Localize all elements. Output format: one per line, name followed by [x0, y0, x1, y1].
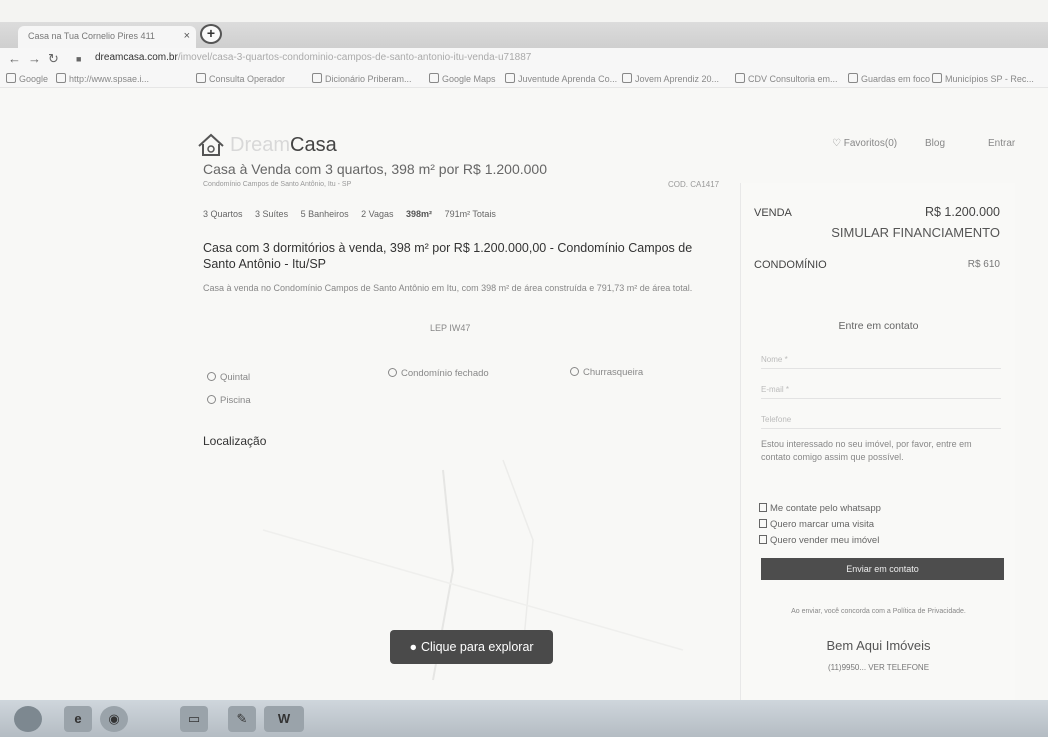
bookmark-item[interactable]: Google	[6, 73, 48, 84]
explore-map-button[interactable]: ● Clique para explorar	[390, 630, 553, 664]
amenity-item: Piscina	[207, 395, 251, 406]
amenity-item: Churrasqueira	[570, 367, 643, 378]
checkbox-whatsapp[interactable]: Me contate pelo whatsapp	[759, 503, 881, 514]
feature-area-total: 791m² Totais	[444, 209, 496, 219]
map-marker-icon: ●	[409, 640, 417, 654]
listing-subtitle: Condomínio Campos de Santo Antônio, Itu …	[203, 181, 352, 188]
contact-title: Entre em contato	[838, 320, 919, 332]
url-host: dreamcasa.com.br	[95, 52, 178, 63]
new-tab-button[interactable]: +	[200, 24, 222, 44]
nav-blog[interactable]: Blog	[925, 138, 945, 149]
nav-login[interactable]: Entrar	[988, 138, 1015, 149]
amenity-item: Condomínio fechado	[388, 368, 489, 379]
check-circle-icon	[388, 368, 397, 377]
checkbox-icon	[759, 519, 767, 528]
bookmark-item[interactable]: Jovem Aprendiz 20...	[622, 73, 719, 84]
name-field[interactable]: Nome *	[761, 355, 1001, 369]
ie-icon[interactable]: e	[64, 706, 92, 732]
folder-icon[interactable]: ▭	[180, 706, 208, 732]
contact-sidebar: VENDA R$ 1.200.000 SIMULAR FINANCIAMENTO…	[740, 183, 1015, 703]
condo-value: R$ 610	[967, 259, 1000, 270]
browser-toolbar: ← → ↻ ■ dreamcasa.com.br/imovel/casa-3-q…	[0, 48, 1048, 70]
google-icon	[6, 73, 16, 83]
globe-icon	[735, 73, 745, 83]
phone-field[interactable]: Telefone	[761, 415, 1001, 429]
feature-banheiros: 5 Banheiros	[300, 209, 349, 219]
bookmark-item[interactable]: Juventude Aprenda Co...	[505, 73, 617, 84]
feature-suites: 3 Suítes	[255, 209, 289, 219]
page-icon	[196, 73, 206, 83]
location-title: Localização	[203, 434, 267, 448]
listing-ref: LEP IW47	[430, 323, 471, 333]
send-contact-button[interactable]: Enviar em contato	[761, 558, 1004, 580]
feature-vagas: 2 Vagas	[361, 209, 394, 219]
bookmark-item[interactable]: Google Maps	[429, 73, 496, 84]
bookmark-item[interactable]: Guardas em foco	[848, 73, 930, 84]
browser-tabstrip: Casa na Tua Cornelio Pires 411 × +	[0, 22, 1048, 48]
bookmark-item[interactable]: Municípios SP - Rec...	[932, 73, 1034, 84]
check-circle-icon	[207, 372, 216, 381]
url-path: /imovel/casa-3-quartos-condominio-campos…	[177, 52, 532, 63]
logo-name: Casa	[290, 133, 337, 156]
check-circle-icon	[570, 367, 579, 376]
page-icon	[848, 73, 858, 83]
explore-label: Clique para explorar	[421, 640, 534, 654]
forward-arrow-icon[interactable]: →	[28, 51, 41, 66]
bookmarks-bar: Google http://www.spsae.i... Consulta Op…	[0, 70, 1048, 88]
address-bar[interactable]: dreamcasa.com.br/imovel/casa-3-quartos-c…	[95, 52, 531, 63]
sale-label: VENDA	[754, 207, 792, 219]
house-logo-icon	[198, 133, 224, 156]
agency-name: Bem Aqui Imóveis	[826, 638, 931, 653]
listing-heading: Casa com 3 dormitórios à venda, 398 m² p…	[203, 241, 693, 271]
page-content: Dream Casa ♡ Favoritos(0) Blog Entrar Cas…	[0, 88, 1048, 703]
amenity-item: Quintal	[207, 372, 250, 383]
check-circle-icon	[207, 395, 216, 404]
start-orb-icon[interactable]	[14, 706, 42, 732]
back-arrow-icon[interactable]: ←	[8, 51, 21, 66]
bookmark-item[interactable]: http://www.spsae.i...	[56, 73, 149, 84]
nav-favorites[interactable]: ♡ Favoritos(0)	[832, 138, 897, 149]
sale-price: R$ 1.200.000	[924, 205, 1000, 219]
checkbox-sell[interactable]: Quero vender meu imóvel	[759, 535, 879, 546]
bookmark-item[interactable]: CDV Consultoria em...	[735, 73, 838, 84]
checkbox-visit[interactable]: Quero marcar uma visita	[759, 519, 874, 530]
globe-icon	[622, 73, 632, 83]
feature-area-built: 398m²	[406, 209, 433, 219]
paint-icon[interactable]: ✎	[228, 706, 256, 732]
site-logo[interactable]: Dream Casa	[196, 130, 337, 160]
logo-prefix: Dream	[230, 133, 291, 156]
email-field[interactable]: E-mail *	[761, 385, 1001, 399]
agency-phone[interactable]: (11)9950... VER TELEFONE	[741, 663, 1016, 672]
checkbox-icon	[759, 535, 767, 544]
tab-title: Casa na Tua Cornelio Pires 411	[28, 31, 155, 41]
tab-close-icon[interactable]: ×	[184, 30, 190, 42]
checkbox-icon	[759, 503, 767, 512]
listing-description: Casa à venda no Condomínio Campos de San…	[203, 283, 693, 293]
globe-icon	[56, 73, 66, 83]
listing-title: Casa à Venda com 3 quartos, 398 m² por R…	[203, 161, 547, 177]
listing-features: 3 Quartos 3 Suítes 5 Banheiros 2 Vagas 3…	[203, 209, 506, 219]
message-field[interactable]: Estou interessado no seu imóvel, por fav…	[761, 438, 1003, 464]
link-icon	[505, 73, 515, 83]
reload-icon[interactable]: ↻	[48, 51, 59, 67]
feature-quartos: 3 Quartos	[203, 209, 243, 219]
listing-code: COD. CA1417	[668, 180, 720, 189]
book-icon	[312, 73, 322, 83]
simulate-financing-link[interactable]: SIMULAR FINANCIAMENTO	[831, 225, 1000, 240]
globe-icon	[932, 73, 942, 83]
map-pin-icon	[429, 73, 439, 83]
bookmark-item[interactable]: Dicionário Priberam...	[312, 73, 412, 84]
taskbar: e ◉ ▭ ✎ W	[0, 700, 1048, 737]
browser-tab[interactable]: Casa na Tua Cornelio Pires 411 ×	[18, 26, 196, 48]
bookmark-item[interactable]: Consulta Operador	[196, 73, 285, 84]
chrome-icon[interactable]: ◉	[100, 706, 128, 732]
word-icon[interactable]: W	[264, 706, 304, 732]
lock-icon: ■	[76, 54, 82, 64]
privacy-notice: Ao enviar, você concorda com a Política …	[791, 608, 966, 615]
condo-label: CONDOMÍNIO	[754, 259, 827, 271]
